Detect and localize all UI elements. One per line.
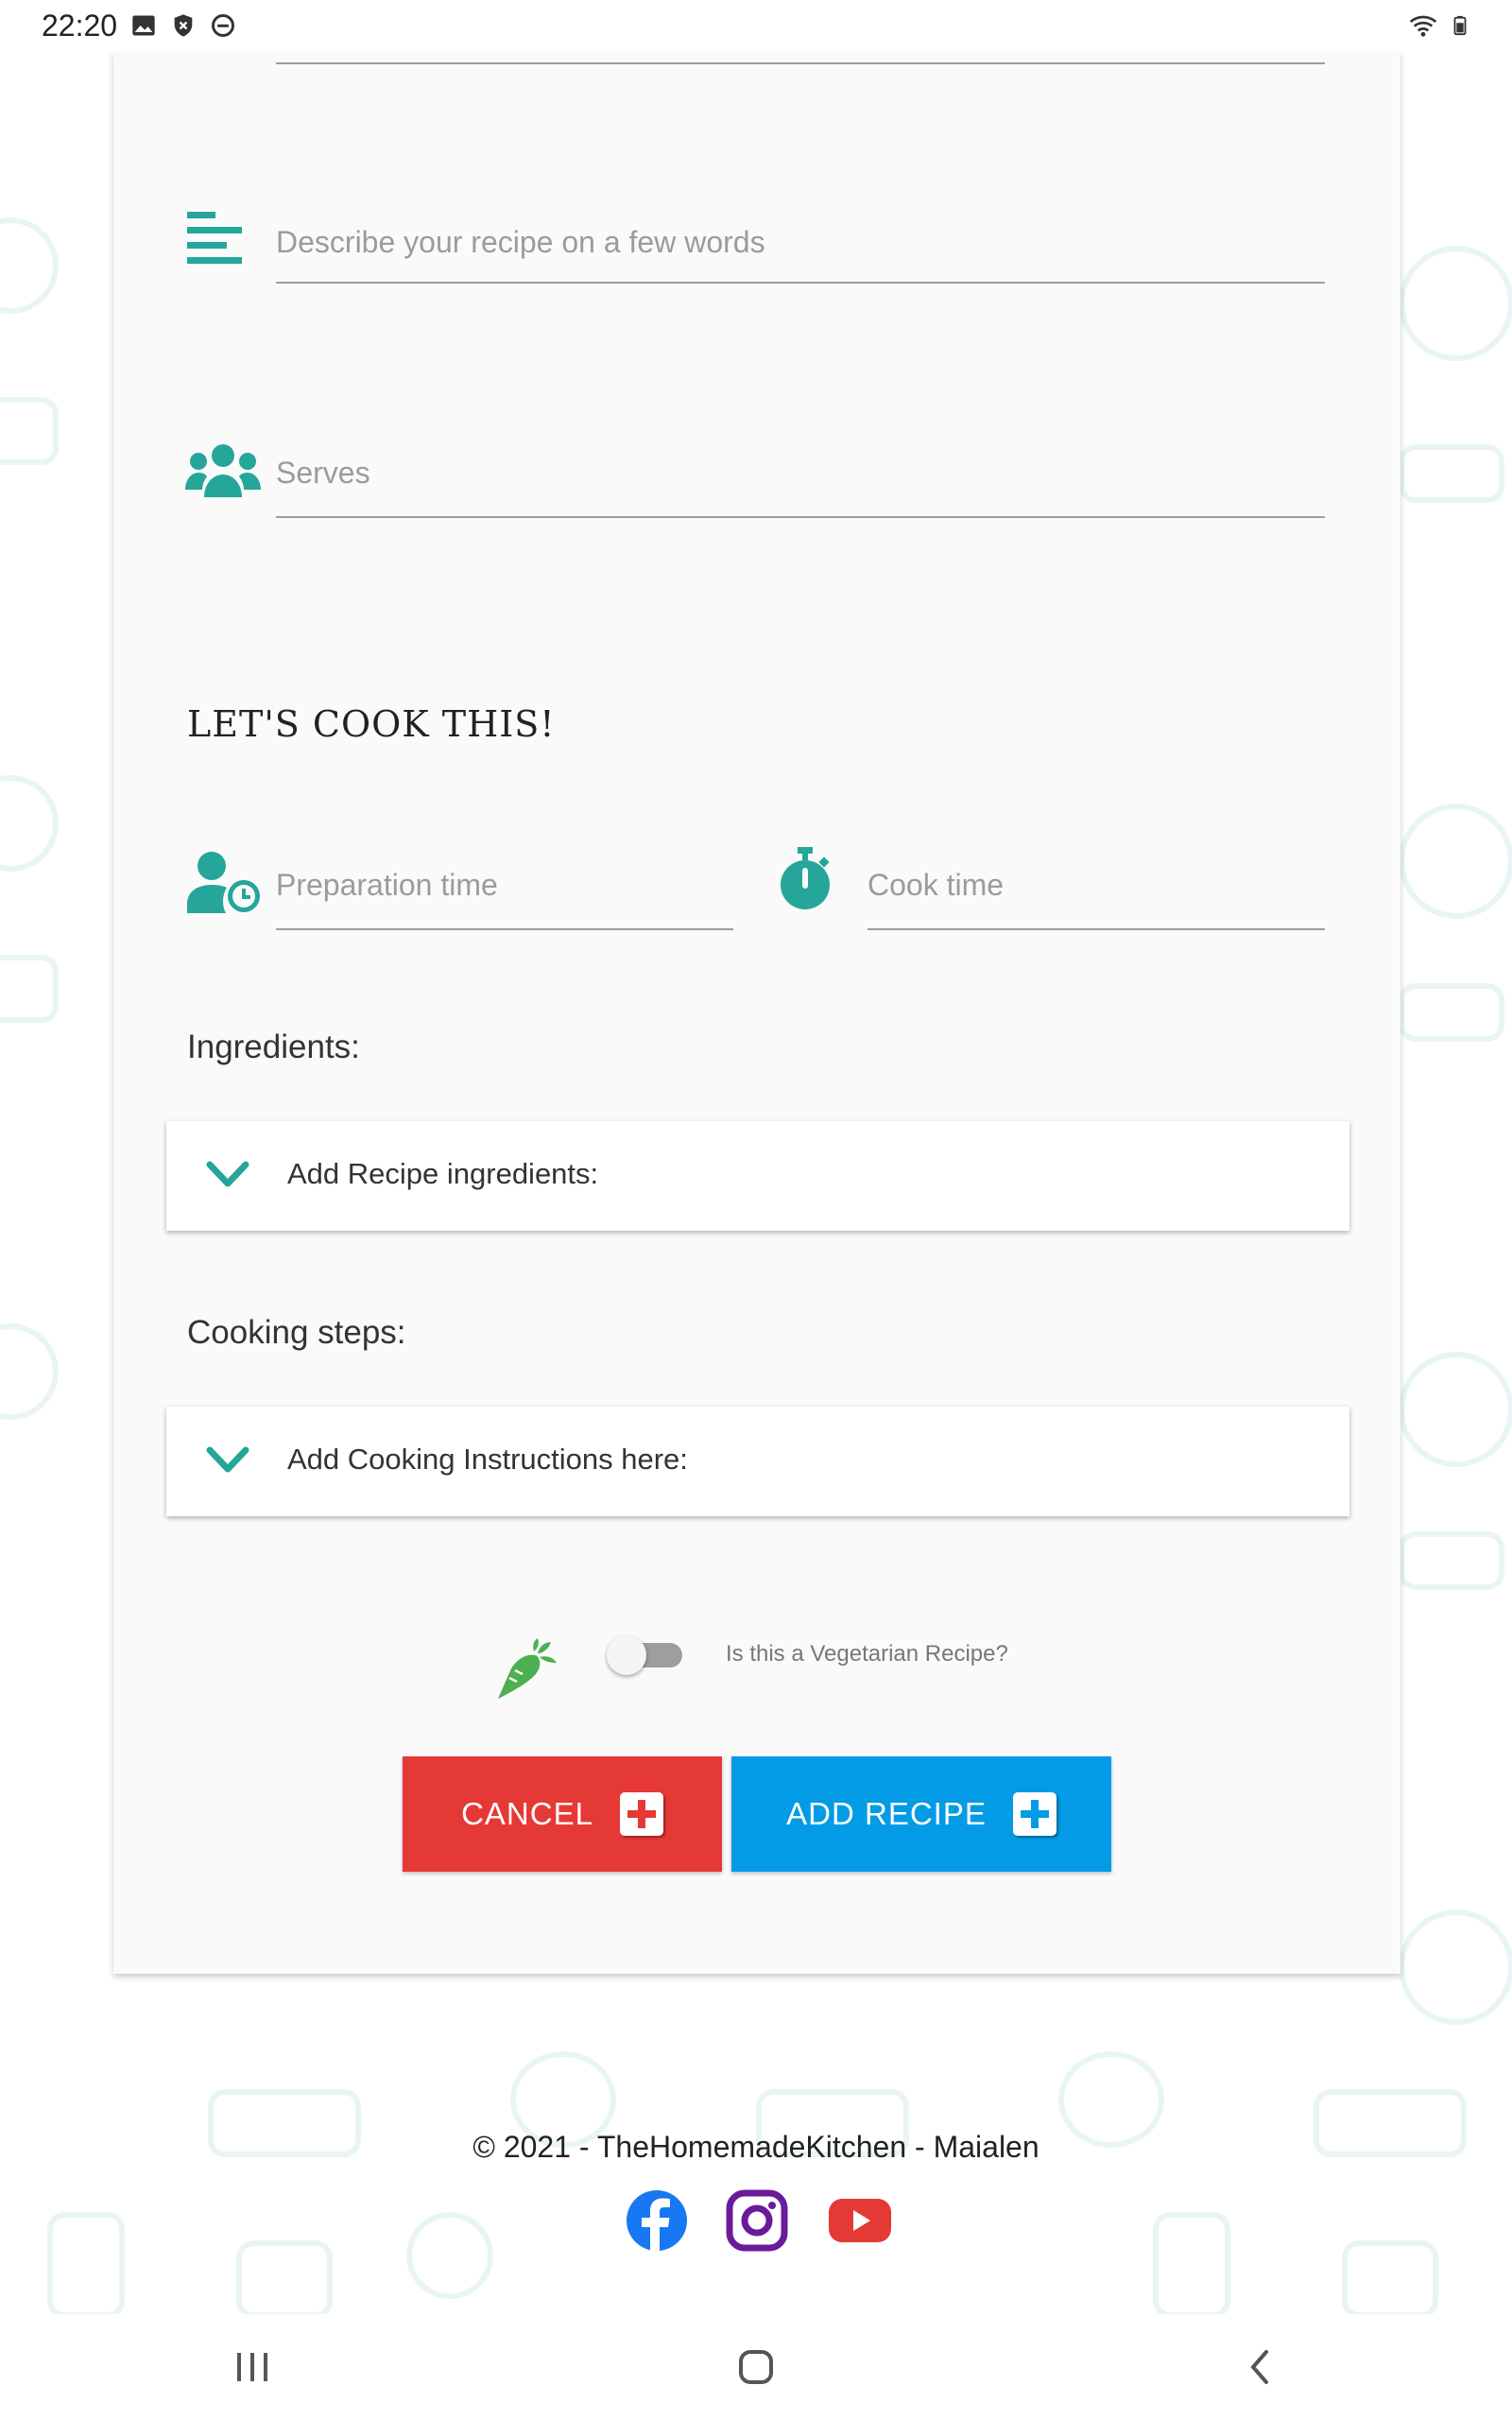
vegetarian-toggle[interactable]	[607, 1635, 684, 1675]
vegetarian-label: Is this a Vegetarian Recipe?	[726, 1641, 1008, 1667]
user-clock-icon	[187, 852, 260, 913]
footer-copyright: © 2021 - TheHomemadeKitchen - Maialen	[472, 2130, 1040, 2164]
shield-icon	[174, 14, 193, 37]
cancel-button-label: CANCEL	[461, 1796, 593, 1831]
description-placeholder: Describe your recipe on a few words	[276, 225, 765, 259]
do-not-disturb-icon	[212, 14, 235, 37]
text-align-icon	[187, 212, 242, 264]
recent-apps-button[interactable]	[215, 2339, 290, 2395]
steps-expander-label: Add Cooking Instructions here:	[287, 1443, 688, 1476]
status-bar: 22:20	[0, 0, 1512, 51]
serves-placeholder: Serves	[276, 456, 370, 490]
chevron-down-icon	[206, 1161, 249, 1187]
chevron-down-icon	[206, 1446, 249, 1473]
image-icon	[132, 15, 155, 36]
plus-icon	[1012, 1792, 1057, 1836]
title-field-underline[interactable]	[276, 51, 1325, 64]
carrot-icon	[498, 1638, 557, 1699]
status-time: 22:20	[42, 8, 118, 43]
back-icon	[1250, 2350, 1269, 2384]
steps-expander[interactable]: Add Cooking Instructions here:	[166, 1407, 1349, 1516]
social-links	[626, 2189, 894, 2252]
plus-icon	[619, 1792, 663, 1836]
home-icon	[738, 2350, 773, 2384]
add-recipe-button[interactable]: ADD RECIPE	[731, 1756, 1111, 1872]
toggle-knob	[607, 1635, 646, 1675]
serves-input[interactable]	[276, 454, 1325, 518]
recipe-form-card: Describe your recipe on a few words Serv…	[113, 51, 1400, 1974]
prep-time-placeholder: Preparation time	[276, 868, 498, 902]
section-title: LET'S COOK THIS!	[187, 703, 556, 745]
stopwatch-icon	[781, 847, 830, 909]
back-button[interactable]	[1222, 2339, 1297, 2395]
steps-label: Cooking steps:	[187, 1314, 406, 1351]
cook-time-placeholder: Cook time	[868, 868, 1005, 902]
ingredients-label: Ingredients:	[187, 1028, 360, 1065]
recent-apps-icon	[236, 2353, 267, 2381]
cancel-button[interactable]: CANCEL	[403, 1756, 722, 1872]
youtube-icon[interactable]	[826, 2189, 894, 2252]
home-button[interactable]	[718, 2339, 794, 2395]
facebook-icon[interactable]	[626, 2189, 688, 2252]
add-recipe-button-label: ADD RECIPE	[786, 1796, 987, 1831]
system-nav-bar	[0, 2314, 1512, 2420]
instagram-icon[interactable]	[726, 2189, 788, 2252]
ingredients-expander[interactable]: Add Recipe ingredients:	[166, 1121, 1349, 1231]
ingredients-expander-label: Add Recipe ingredients:	[287, 1157, 599, 1190]
battery-icon	[1453, 15, 1467, 36]
users-icon	[185, 444, 261, 497]
wifi-icon	[1409, 15, 1437, 37]
